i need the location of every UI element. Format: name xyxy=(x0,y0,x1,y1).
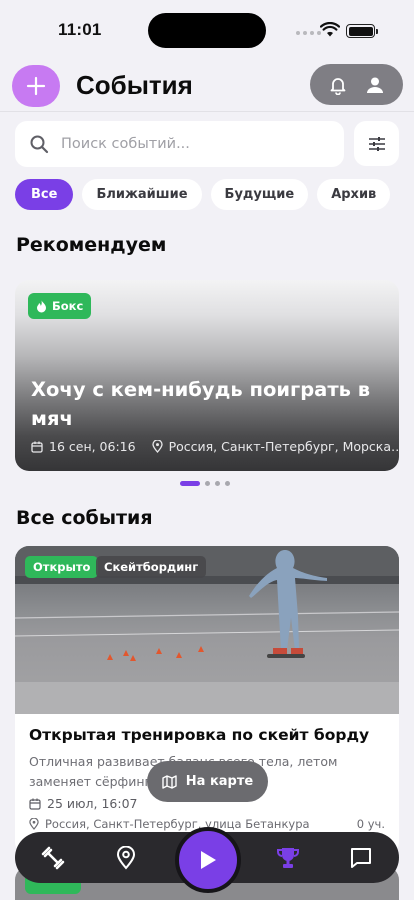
pager-dot[interactable] xyxy=(205,481,210,486)
event-location: Россия, Санкт-Петербург, улица Бетанкура xyxy=(45,817,310,831)
featured-title: Хочу с кем-нибудь поиграть в мяч xyxy=(31,378,371,430)
location-pin-icon xyxy=(29,818,39,830)
add-event-button[interactable] xyxy=(12,65,60,107)
chat-icon xyxy=(351,847,371,868)
location-pin-icon xyxy=(151,440,163,453)
featured-date: 16 сен, 06:16 xyxy=(49,439,136,454)
search-input[interactable] xyxy=(61,136,311,152)
tab-chat[interactable] xyxy=(337,832,385,883)
bell-icon[interactable] xyxy=(328,75,348,95)
search-bar[interactable] xyxy=(15,121,344,167)
event-photo: Открыто Скейтбординг xyxy=(15,546,399,714)
play-icon xyxy=(201,851,216,869)
dynamic-island xyxy=(148,13,266,48)
map-pin-icon xyxy=(116,845,136,870)
wifi-icon xyxy=(320,22,340,37)
map-icon xyxy=(162,774,177,789)
tab-map[interactable] xyxy=(102,832,150,883)
search-icon xyxy=(30,135,49,154)
filter-chips: Все Ближайшие Будущие Архив xyxy=(15,179,391,210)
dumbbell-icon xyxy=(41,846,65,869)
header: События xyxy=(0,60,414,112)
section-title-all-events: Все события xyxy=(16,507,153,529)
chip-upcoming[interactable]: Будущие xyxy=(210,179,309,210)
calendar-icon xyxy=(29,798,41,810)
status-time: 11:01 xyxy=(58,20,102,39)
filter-button[interactable] xyxy=(354,121,399,166)
trophy-icon xyxy=(277,847,299,868)
pager-dot[interactable] xyxy=(225,481,230,486)
section-title-recommended: Рекомендуем xyxy=(16,234,167,256)
flame-icon xyxy=(37,300,46,312)
event-card[interactable]: Открыто Скейтбординг Открытая тренировка… xyxy=(15,546,399,856)
featured-event-card[interactable]: Бокс Хочу с кем-нибудь поиграть в мяч 16… xyxy=(15,280,399,471)
sport-tag: Скейтбординг xyxy=(96,556,207,578)
status-bar: 11:01 xyxy=(0,0,414,60)
event-title: Открытая тренировка по скейт борду xyxy=(29,726,370,744)
chip-nearest[interactable]: Ближайшие xyxy=(82,179,202,210)
battery-icon xyxy=(346,24,378,38)
featured-location: Россия, Санкт-Петербург, Морска… xyxy=(168,439,399,454)
profile-icon[interactable] xyxy=(365,75,385,95)
carousel-pager xyxy=(180,481,230,486)
sport-badge-label: Бокс xyxy=(52,299,84,313)
chip-archive[interactable]: Архив xyxy=(317,179,391,210)
sport-badge: Бокс xyxy=(28,293,92,319)
header-actions xyxy=(310,64,403,105)
participants-count: 0 уч. xyxy=(356,817,385,831)
tab-play[interactable] xyxy=(175,827,241,893)
pager-dot[interactable] xyxy=(180,481,200,486)
calendar-icon xyxy=(31,441,43,453)
map-view-label: На карте xyxy=(185,774,254,789)
map-view-button[interactable]: На карте xyxy=(147,761,268,802)
status-badge: Открыто xyxy=(25,556,99,578)
pager-dot[interactable] xyxy=(215,481,220,486)
sliders-icon xyxy=(368,136,385,151)
chip-all[interactable]: Все xyxy=(15,179,74,210)
plus-icon xyxy=(26,76,46,96)
featured-meta: 16 сен, 06:16 Россия, Санкт-Петербург, М… xyxy=(31,439,399,454)
event-date: 25 июл, 16:07 xyxy=(47,796,138,811)
tab-leaderboard[interactable] xyxy=(264,832,312,883)
page-title: События xyxy=(76,70,193,100)
tab-workouts[interactable] xyxy=(29,832,77,883)
signal-icon xyxy=(296,31,321,35)
